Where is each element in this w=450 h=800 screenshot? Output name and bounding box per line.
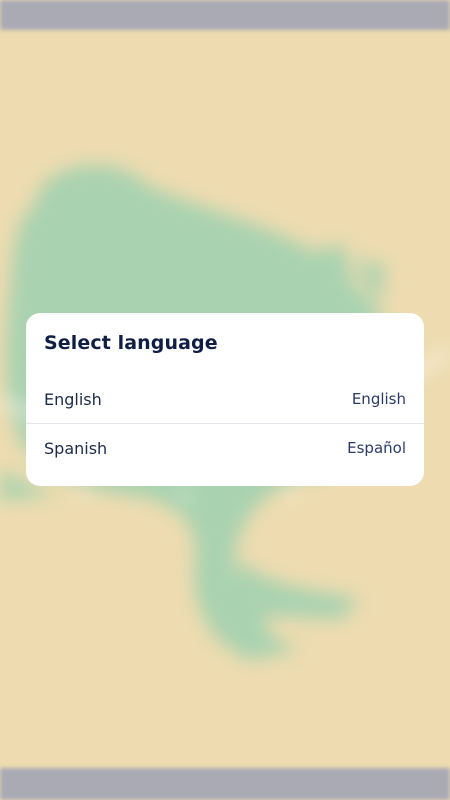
navigation-bar bbox=[0, 768, 450, 800]
language-option-spanish[interactable]: Spanish Español bbox=[26, 424, 424, 472]
language-option-label: Spanish bbox=[44, 439, 108, 458]
language-dialog: Select language English English Spanish … bbox=[26, 313, 424, 486]
language-option-native-name: English bbox=[351, 390, 406, 408]
dialog-title: Select language bbox=[44, 332, 218, 354]
language-option-label: English bbox=[44, 390, 102, 409]
screen: Select language English English Spanish … bbox=[0, 0, 450, 800]
language-option-native-name: Español bbox=[347, 439, 406, 457]
language-option-english[interactable]: English English bbox=[26, 375, 424, 424]
